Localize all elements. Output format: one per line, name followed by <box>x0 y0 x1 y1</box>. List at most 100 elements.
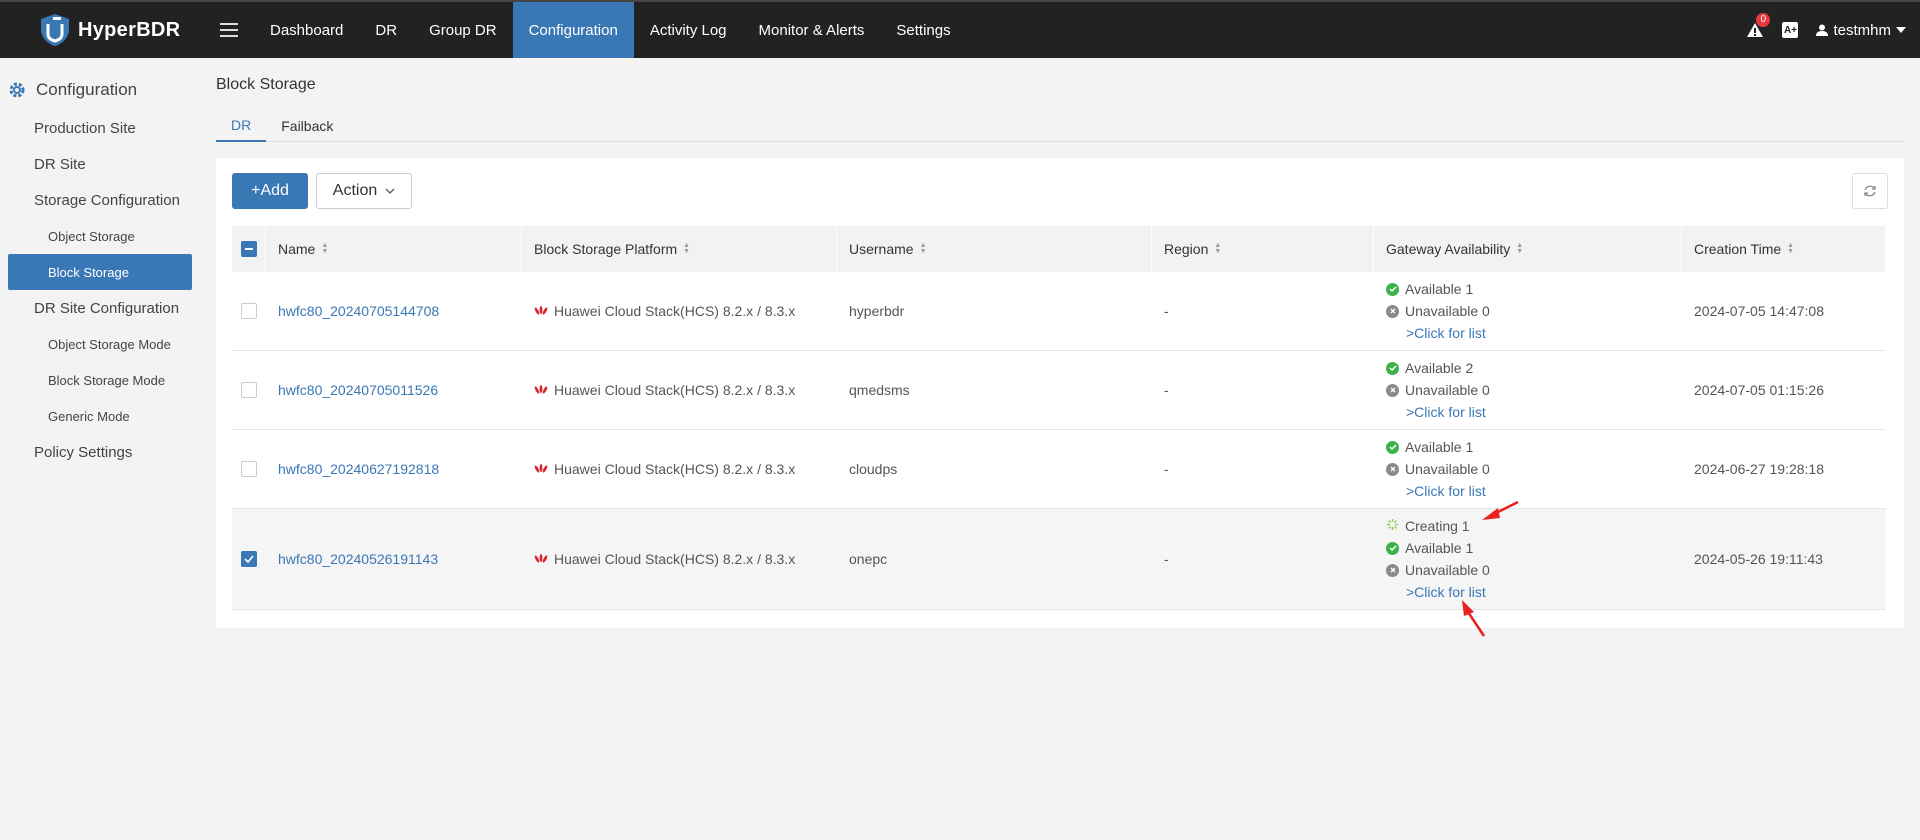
row-checkbox-cell <box>232 382 266 398</box>
gateway-availability: Creating 1 Available 1 Unavailable 0 >Cl… <box>1386 507 1490 611</box>
table-row: hwfc80_20240526191143 Huawei Cloud Stack… <box>232 509 1886 610</box>
tab-failback[interactable]: Failback <box>266 110 348 142</box>
sidebar-item-dr-site[interactable]: DR Site <box>0 146 200 182</box>
column-header-username[interactable]: Username ▲ ▼ <box>837 226 1152 272</box>
row-checkbox[interactable] <box>241 461 257 477</box>
sidebar-item-object-storage[interactable]: Object Storage <box>0 218 200 254</box>
row-checkbox-cell <box>232 303 266 319</box>
username-cell: hyperbdr <box>849 303 905 319</box>
storage-name-link[interactable]: hwfc80_20240705011526 <box>278 382 438 398</box>
click-for-list-link[interactable]: >Click for list <box>1406 325 1486 341</box>
region-cell: - <box>1164 382 1169 398</box>
sidebar-header: Configuration <box>0 70 200 110</box>
row-checkbox-cell <box>232 461 266 477</box>
username-cell: cloudps <box>849 461 898 477</box>
sidebar-item-generic-mode[interactable]: Generic Mode <box>0 398 200 434</box>
column-header-platform[interactable]: Block Storage Platform ▲ ▼ <box>522 226 837 272</box>
caret-down-icon <box>1896 27 1906 33</box>
tab-dr[interactable]: DR <box>216 110 267 142</box>
gateway-availability: Available 1 Unavailable 0 >Click for lis… <box>1386 428 1490 510</box>
add-button[interactable]: +Add <box>232 173 308 209</box>
refresh-button[interactable] <box>1852 173 1888 209</box>
header-label: Region <box>1164 241 1209 257</box>
block-storage-card: +Add Action Name ▲ ▼ Block Storage Platfor… <box>216 158 1904 628</box>
x-circle-icon <box>1386 383 1399 397</box>
storage-name-link[interactable]: hwfc80_20240526191143 <box>278 551 438 567</box>
creating-count: Creating 1 <box>1405 518 1470 534</box>
header-label: Username <box>849 241 914 257</box>
creation-time-cell: 2024-05-26 19:11:43 <box>1694 551 1823 567</box>
block-storage-table: Name ▲ ▼ Block Storage Platform ▲ ▼ Username… <box>232 226 1886 610</box>
sidebar-item-policy-settings[interactable]: Policy Settings <box>0 434 200 470</box>
header-label: Creation Time <box>1694 241 1782 257</box>
check-circle-icon <box>1386 541 1399 555</box>
language-icon[interactable]: A+ <box>1782 22 1799 38</box>
alert-count-badge: 0 <box>1756 13 1771 27</box>
spinner-icon <box>1386 518 1399 534</box>
platform-cell: Huawei Cloud Stack(HCS) 8.2.x / 8.3.x <box>534 461 795 477</box>
unavailable-count: Unavailable 0 <box>1405 461 1490 477</box>
huawei-logo-icon <box>534 464 548 473</box>
annotation-arrow-creating <box>1482 500 1519 520</box>
row-checkbox[interactable] <box>241 303 257 319</box>
column-header-gateway[interactable]: Gateway Availability ▲ ▼ <box>1374 226 1682 272</box>
column-header-region[interactable]: Region ▲ ▼ <box>1152 226 1374 272</box>
select-all-checkbox[interactable] <box>240 241 257 257</box>
row-checkbox[interactable] <box>241 551 257 567</box>
user-icon <box>1816 24 1829 36</box>
storage-name-link[interactable]: hwfc80_20240627192818 <box>278 461 439 477</box>
sidebar-item-object-storage-mode[interactable]: Object Storage Mode <box>0 326 200 362</box>
column-header-creation-time[interactable]: Creation Time ▲ ▼ <box>1682 226 1886 272</box>
platform-cell: Huawei Cloud Stack(HCS) 8.2.x / 8.3.x <box>534 551 795 567</box>
unavailable-count: Unavailable 0 <box>1405 562 1490 578</box>
nav-configuration[interactable]: Configuration <box>512 2 634 58</box>
huawei-logo-icon <box>534 306 548 315</box>
nav-settings[interactable]: Settings <box>880 2 966 58</box>
click-for-list-link[interactable]: >Click for list <box>1406 483 1486 499</box>
refresh-icon <box>1864 185 1876 197</box>
available-count: Available 1 <box>1405 281 1474 297</box>
nav-dashboard[interactable]: Dashboard <box>254 2 359 58</box>
region-cell: - <box>1164 551 1169 567</box>
sidebar-item-block-storage[interactable]: Block Storage <box>8 254 192 290</box>
check-circle-icon <box>1386 361 1399 375</box>
sidebar-item-production-site[interactable]: Production Site <box>0 110 200 146</box>
username-label: testmhm <box>1833 21 1891 39</box>
action-dropdown[interactable]: Action <box>316 173 412 209</box>
user-menu[interactable]: testmhm <box>1816 22 1906 39</box>
gateway-availability: Available 1 Unavailable 0 >Click for lis… <box>1386 270 1490 352</box>
menu-toggle-icon[interactable] <box>220 23 238 37</box>
sidebar-item-dr-site-configuration[interactable]: DR Site Configuration <box>0 290 200 326</box>
shield-logo-icon <box>41 14 69 46</box>
nav-dr[interactable]: DR <box>359 2 413 58</box>
nav-group-dr[interactable]: Group DR <box>413 2 513 58</box>
nav-activity-log[interactable]: Activity Log <box>634 2 743 58</box>
page-title: Block Storage <box>216 76 316 93</box>
sidebar-item-block-storage-mode[interactable]: Block Storage Mode <box>0 362 200 398</box>
unavailable-count: Unavailable 0 <box>1405 382 1490 398</box>
sidebar-header-label: Configuration <box>36 80 138 99</box>
header-label: Block Storage Platform <box>534 241 678 257</box>
sidebar-item-storage-configuration[interactable]: Storage Configuration <box>0 182 200 218</box>
column-header-name[interactable]: Name ▲ ▼ <box>266 226 522 272</box>
sort-icon: ▲ ▼ <box>1787 242 1795 255</box>
alert-button[interactable]: 0 <box>1746 13 1771 39</box>
creation-time-cell: 2024-07-05 01:15:26 <box>1694 382 1824 398</box>
check-circle-icon <box>1386 282 1399 296</box>
creation-time-cell: 2024-06-27 19:28:18 <box>1694 461 1824 477</box>
platform-cell: Huawei Cloud Stack(HCS) 8.2.x / 8.3.x <box>534 303 795 319</box>
x-circle-icon <box>1386 304 1399 318</box>
nav-monitor-alerts[interactable]: Monitor & Alerts <box>743 2 881 58</box>
header-label: Gateway Availability <box>1386 241 1511 257</box>
sort-icon: ▲ ▼ <box>321 242 329 255</box>
x-circle-icon <box>1386 563 1399 577</box>
row-checkbox[interactable] <box>241 382 257 398</box>
click-for-list-link[interactable]: >Click for list <box>1406 404 1486 420</box>
available-count: Available 1 <box>1405 540 1474 556</box>
select-all-cell <box>232 226 266 272</box>
table-row: hwfc80_20240705011526 Huawei Cloud Stack… <box>232 351 1886 430</box>
storage-name-link[interactable]: hwfc80_20240705144708 <box>278 303 439 319</box>
action-label: Action <box>332 182 378 199</box>
header-label: Name <box>278 241 316 257</box>
brand-logo[interactable]: HyperBDR <box>0 2 210 58</box>
